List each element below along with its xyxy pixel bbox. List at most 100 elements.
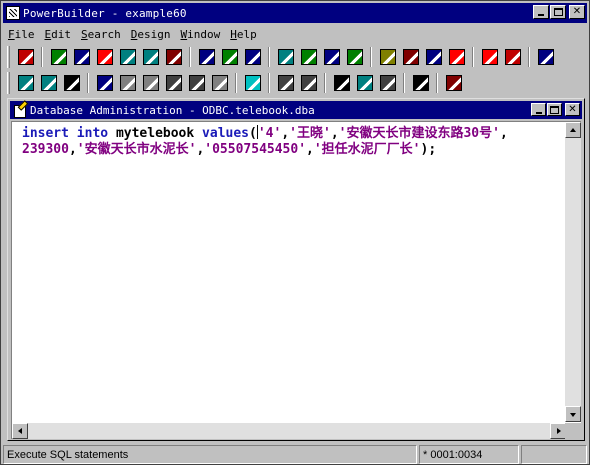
datawindow-button[interactable] (195, 46, 218, 68)
find-button[interactable] (330, 72, 353, 94)
uncomment-button[interactable] (297, 72, 320, 94)
menu-design[interactable]: Design (126, 28, 176, 41)
object-browser-button[interactable] (445, 46, 468, 68)
run-window-button[interactable] (376, 46, 399, 68)
size-grip[interactable] (565, 423, 581, 439)
scroll-left-button[interactable] (12, 423, 28, 439)
edit-button[interactable] (422, 46, 445, 68)
uncomment-icon (300, 75, 317, 91)
status-position: * 0001:0034 (419, 445, 519, 464)
close-icon: ✕ (572, 6, 582, 17)
literal-company: '安徽天长市水泥长' (76, 142, 197, 157)
child-close-button[interactable]: ✕ (565, 103, 580, 116)
undo-icon (96, 75, 113, 91)
query-button[interactable] (218, 46, 241, 68)
close-sql-button[interactable] (442, 72, 465, 94)
child-title: Database Administration - ODBC.telebook.… (30, 103, 315, 117)
menu-painter-button[interactable] (93, 46, 116, 68)
close-button[interactable]: ✕ (569, 5, 585, 19)
db-admin-child-window: Database Administration - ODBC.telebook.… (7, 98, 585, 441)
child-maximize-button[interactable] (547, 103, 562, 116)
maximize-button[interactable] (550, 5, 566, 19)
scroll-up-button[interactable] (565, 122, 581, 138)
window-painter-button[interactable] (47, 46, 70, 68)
maximize-icon (553, 8, 563, 16)
db-profile-icon (300, 49, 317, 65)
toolbar-separator (324, 73, 326, 93)
exit-button[interactable] (534, 46, 557, 68)
run-button[interactable] (478, 46, 501, 68)
copy-button[interactable] (139, 72, 162, 94)
find-next-icon (379, 75, 396, 91)
status-message: Execute SQL statements (3, 445, 417, 464)
find-next-button[interactable] (376, 72, 399, 94)
database-button[interactable] (274, 46, 297, 68)
toolbar-grip[interactable] (7, 46, 10, 68)
vertical-scrollbar[interactable] (565, 122, 581, 422)
child-minimize-button[interactable] (531, 103, 546, 116)
exit-icon (537, 49, 554, 65)
browser-button[interactable] (399, 46, 422, 68)
copy-icon (142, 75, 159, 91)
structure-button[interactable] (116, 46, 139, 68)
sql-code[interactable]: insert into mytelebook values('4','王晓','… (22, 125, 554, 158)
menu-search[interactable]: Search (76, 28, 126, 41)
db-admin-button[interactable] (320, 46, 343, 68)
app-titlebar[interactable]: PowerBuilder - example60 ✕ (3, 3, 587, 23)
select-all-button[interactable] (241, 72, 264, 94)
new-button[interactable] (14, 72, 37, 94)
open-icon (40, 75, 57, 91)
edit-icon (425, 49, 442, 65)
clear-button[interactable] (208, 72, 231, 94)
select-all-icon (244, 75, 261, 91)
debug-button[interactable] (501, 46, 524, 68)
user-object-button[interactable] (70, 46, 93, 68)
child-titlebar[interactable]: Database Administration - ODBC.telebook.… (10, 101, 582, 119)
undo-button[interactable] (93, 72, 116, 94)
application-button[interactable] (14, 46, 37, 68)
paste-sql-button[interactable] (185, 72, 208, 94)
menu-help-label: elp (236, 27, 257, 41)
powerbuilder-app-icon[interactable] (6, 6, 20, 20)
close-paren-semicolon: ); (420, 142, 437, 157)
comment-button[interactable] (274, 72, 297, 94)
function-button[interactable] (139, 46, 162, 68)
cut-icon (119, 75, 136, 91)
status-empty-panel (521, 445, 587, 464)
scroll-down-button[interactable] (565, 406, 581, 422)
db-profile-button[interactable] (297, 46, 320, 68)
menu-window[interactable]: Window (176, 28, 226, 41)
open-button[interactable] (37, 72, 60, 94)
sql-editor[interactable]: insert into mytelebook values('4','王晓','… (11, 121, 581, 439)
save-button[interactable] (60, 72, 83, 94)
toolbar-separator (41, 47, 43, 67)
library-icon (346, 49, 363, 65)
execute-button[interactable] (409, 72, 432, 94)
toolbar-grip[interactable] (7, 72, 10, 94)
project-button[interactable] (162, 46, 185, 68)
menu-search-mnemonic: S (81, 27, 88, 41)
paste-button[interactable] (162, 72, 185, 94)
menu-file[interactable]: File (3, 28, 40, 41)
run-window-icon (379, 49, 396, 65)
replace-button[interactable] (353, 72, 376, 94)
minimize-button[interactable] (533, 5, 549, 19)
toolbar-separator (268, 73, 270, 93)
statusbar: Execute SQL statements * 0001:0034 (3, 445, 589, 464)
menu-help[interactable]: Help (225, 28, 262, 41)
menu-help-mnemonic: H (230, 27, 237, 41)
library-button[interactable] (343, 46, 366, 68)
maximize-icon (550, 105, 559, 114)
literal-title: '担任水泥厂厂长' (313, 142, 421, 157)
sql-document-icon[interactable] (13, 103, 27, 118)
scroll-right-button[interactable] (550, 423, 566, 439)
literal-name: '王晓' (289, 126, 331, 141)
horizontal-scrollbar[interactable] (12, 423, 566, 439)
menu-edit[interactable]: Edit (40, 28, 77, 41)
minimize-icon (535, 111, 542, 114)
cut-button[interactable] (116, 72, 139, 94)
datawindow-icon (198, 49, 215, 65)
pipeline-button[interactable] (241, 46, 264, 68)
clear-icon (211, 75, 228, 91)
toolbar-separator (528, 47, 530, 67)
